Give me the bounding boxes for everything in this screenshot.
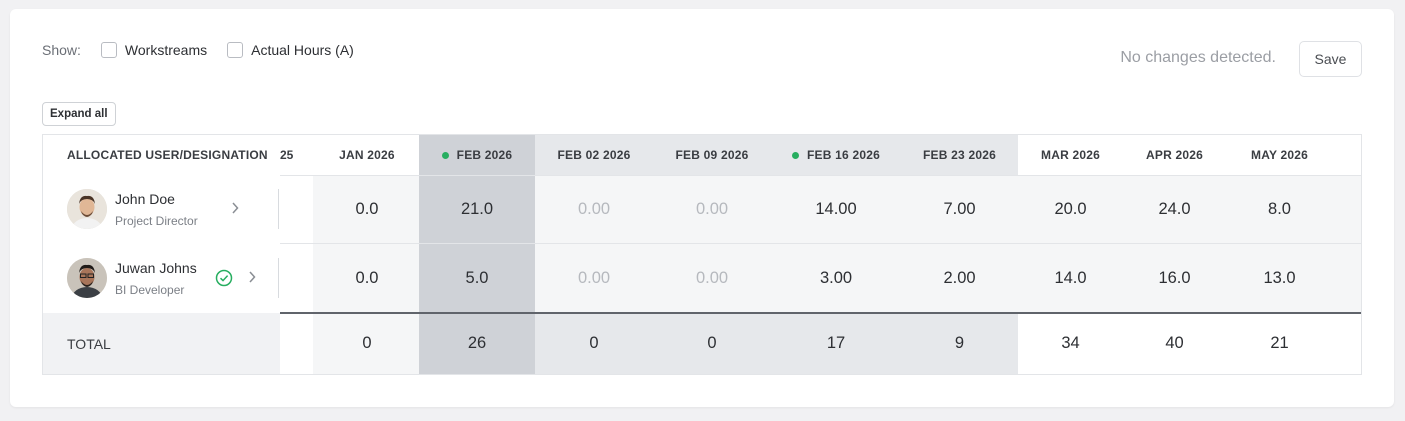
chevron-right-icon[interactable]	[231, 201, 239, 217]
user-name: John Doe	[115, 191, 175, 207]
month-column: FEB 02 2026 0.00 0.00 0	[535, 135, 653, 374]
total-cell: 21	[1226, 313, 1333, 374]
allocation-card: Show: Workstreams Actual Hours (A) No ch…	[10, 9, 1394, 407]
total-cell	[1333, 313, 1361, 374]
hours-cell[interactable]: 0.00	[653, 244, 771, 312]
total-cell: 9	[901, 313, 1018, 374]
column-header: FEB 16 2026	[771, 135, 901, 175]
hours-cell[interactable]: 24.0	[1123, 175, 1226, 243]
hours-cell[interactable]	[1333, 244, 1361, 312]
column-separator	[278, 189, 279, 229]
save-button[interactable]: Save	[1299, 41, 1362, 77]
hours-cell[interactable]: 0.00	[535, 175, 653, 243]
column-header-label: FEB 09 2026	[675, 148, 749, 162]
user-column-header: ALLOCATED USER/DESIGNATION	[67, 148, 268, 162]
show-filters: Show: Workstreams Actual Hours (A)	[42, 42, 374, 58]
user-row-juwan-johns[interactable]: Juwan Johns BI Developer	[43, 244, 280, 312]
total-cell: 34	[1018, 313, 1123, 374]
hours-cell[interactable]: 8.0	[1226, 175, 1333, 243]
month-column: MAR 2026 20.0 14.0 34	[1018, 135, 1123, 374]
hours-cell[interactable]: 20.0	[1018, 175, 1123, 243]
column-header: FEB 23 2026	[901, 135, 1018, 175]
column-header-label: FEB 16 2026	[807, 148, 880, 162]
column-header-label: MAY 2026	[1251, 148, 1308, 162]
hours-cell[interactable]: 16.0	[1123, 244, 1226, 312]
avatar	[67, 189, 107, 229]
hours-cell[interactable]: 0.0	[313, 244, 421, 312]
allocation-table: JAN 2026 0.0 0.0 0 FEB 2026 21.0 5.0 26 FEB 02 2…	[42, 134, 1362, 375]
column-header: JAN 2026	[313, 135, 421, 175]
hours-cell[interactable]: 2.00	[901, 244, 1018, 312]
workstreams-label: Workstreams	[124, 42, 208, 58]
hours-cell[interactable]: 21.0	[419, 175, 535, 243]
hours-cell[interactable]: 7.00	[901, 175, 1018, 243]
column-header-label: FEB 02 2026	[557, 148, 631, 162]
hours-cell[interactable]: 13.0	[1226, 244, 1333, 312]
total-cell: 17	[771, 313, 901, 374]
column-header: APR 2026	[1123, 135, 1226, 175]
check-circle-icon	[215, 269, 233, 292]
show-label: Show:	[42, 42, 81, 58]
total-cell: 0	[535, 313, 653, 374]
user-designation: BI Developer	[115, 283, 185, 297]
month-column: JAN 2026 0.0 0.0 0	[313, 135, 421, 374]
month-column: MAY 2026 8.0 13.0 21	[1226, 135, 1333, 374]
column-header-label: MAR 2026	[1041, 148, 1100, 162]
total-cell: 0	[313, 313, 421, 374]
column-header: FEB 2026	[419, 135, 535, 175]
hours-cell[interactable]	[1333, 175, 1361, 243]
checkbox-box[interactable]	[100, 42, 117, 58]
column-header: MAY 2026	[1226, 135, 1333, 175]
column-separator	[278, 258, 279, 298]
month-column: FEB 23 2026 7.00 2.00 9	[901, 135, 1018, 374]
hours-cell[interactable]: 5.0	[419, 244, 535, 312]
workstreams-checkbox[interactable]: Workstreams	[100, 42, 208, 58]
column-header-label: FEB 2026	[456, 148, 513, 162]
column-header: MAR 2026	[1018, 135, 1123, 175]
hours-cell[interactable]: 14.00	[771, 175, 901, 243]
partial-column-header: 25	[280, 148, 294, 162]
status-dot-icon	[792, 151, 800, 159]
column-header-label: FEB 23 2026	[923, 148, 996, 162]
actual-hours-checkbox[interactable]: Actual Hours (A)	[227, 42, 354, 58]
user-designation: Project Director	[115, 214, 198, 228]
checkbox-box[interactable]	[227, 42, 244, 58]
column-header: J	[1333, 135, 1361, 175]
actual-hours-label: Actual Hours (A)	[251, 42, 354, 58]
month-column: FEB 09 2026 0.00 0.00 0	[653, 135, 771, 374]
chevron-right-icon[interactable]	[248, 270, 256, 286]
month-column: FEB 16 2026 14.00 3.00 17	[771, 135, 901, 374]
hours-cell[interactable]: 3.00	[771, 244, 901, 312]
month-column: APR 2026 24.0 16.0 40	[1123, 135, 1226, 374]
column-header-label: APR 2026	[1146, 148, 1203, 162]
expand-all-button[interactable]: Expand all	[42, 102, 116, 126]
hours-cell[interactable]: 0.0	[313, 175, 421, 243]
total-cell: 40	[1123, 313, 1226, 374]
hours-cell[interactable]: 14.0	[1018, 244, 1123, 312]
hours-cell[interactable]: 0.00	[653, 175, 771, 243]
user-name: Juwan Johns	[115, 260, 197, 276]
month-column: FEB 2026 21.0 5.0 26	[419, 135, 535, 374]
column-header-label: JAN 2026	[339, 148, 395, 162]
total-label: TOTAL	[43, 313, 280, 374]
total-cell: 0	[653, 313, 771, 374]
user-column: ALLOCATED USER/DESIGNATION John Doe Proj…	[43, 135, 280, 374]
hours-cell[interactable]: 0.00	[535, 244, 653, 312]
user-row-john-doe[interactable]: John Doe Project Director	[43, 175, 280, 243]
total-cell: 26	[419, 313, 535, 374]
status-dot-icon	[441, 151, 449, 159]
month-column: J	[1333, 135, 1361, 374]
column-header: FEB 02 2026	[535, 135, 653, 175]
column-header: FEB 09 2026	[653, 135, 771, 175]
avatar	[67, 258, 107, 298]
status-text: No changes detected.	[1120, 49, 1276, 66]
